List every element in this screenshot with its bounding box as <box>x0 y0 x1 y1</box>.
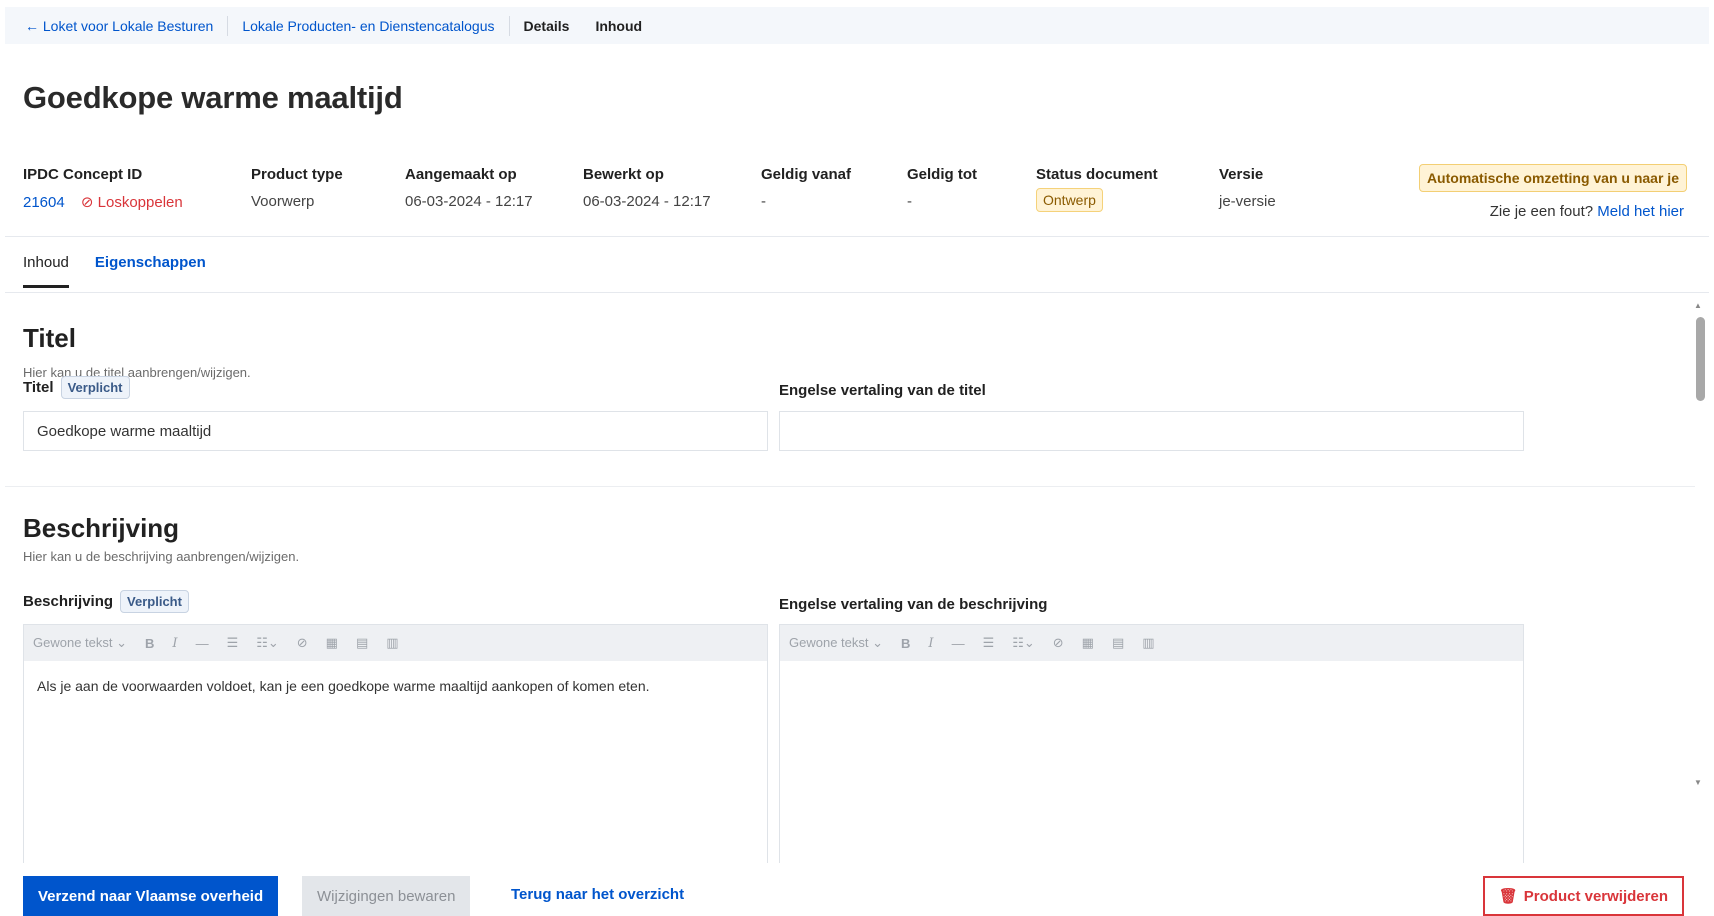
title-field-label: Titel Verplicht <box>23 376 130 399</box>
title-input[interactable]: Goedkope warme maaltijd <box>23 411 768 451</box>
editor-toolbar: Gewone tekst ⌄ B I — ☰ ☷⌄ ⊘ ▦ ▤ ▥ <box>780 625 1523 661</box>
send-to-government-button[interactable]: Verzend naar Vlaamse overheid <box>23 876 279 916</box>
report-error: Zie je een fout? Meld het hier <box>1489 203 1684 220</box>
table-row-icon[interactable]: ▤ <box>1112 635 1124 651</box>
meta-status: Status document Ontwerp <box>1036 166 1158 212</box>
breadcrumb: ← Loket voor Lokale Besturen Lokale Prod… <box>5 7 1709 44</box>
section-description-heading: Beschrijving <box>23 513 180 543</box>
meta-product-type: Product type Voorwerp <box>251 166 343 210</box>
description-field-label: Beschrijving Verplicht <box>23 590 189 613</box>
description-en-editor: Gewone tekst ⌄ B I — ☰ ☷⌄ ⊘ ▦ ▤ ▥ <box>779 624 1524 863</box>
meta-version: Versie je-versie <box>1219 166 1276 210</box>
scrollbar[interactable]: ▲ ▼ <box>1689 293 1709 863</box>
required-badge: Verplicht <box>120 590 189 613</box>
unlink-icon: ⊘ <box>80 194 94 211</box>
required-badge: Verplicht <box>60 376 130 399</box>
breadcrumb-item-loket[interactable]: ← Loket voor Lokale Besturen <box>25 18 213 34</box>
meta-concept-id: IPDC Concept ID 21604 ⊘ Loskoppelen <box>23 166 183 211</box>
title-en-input[interactable] <box>779 411 1524 451</box>
text-style-select[interactable]: Gewone tekst ⌄ <box>789 635 883 651</box>
horizontal-rule-icon[interactable]: — <box>952 636 965 651</box>
bold-icon[interactable]: B <box>901 636 910 651</box>
section-description-subtitle: Hier kan u de beschrijving aanbrengen/wi… <box>23 549 300 564</box>
breadcrumb-item-catalogus[interactable]: Lokale Producten- en Dienstencatalogus <box>242 18 494 34</box>
italic-icon[interactable]: I <box>928 636 933 651</box>
report-error-link[interactable]: Meld het hier <box>1597 203 1684 220</box>
title-en-label: Engelse vertaling van de titel <box>779 382 986 399</box>
description-editor: Gewone tekst ⌄ B I — ☰ ☷⌄ ⊘ ▦ ▤ ▥ Als je… <box>23 624 768 863</box>
page-title: Goedkope warme maaltijd <box>23 80 403 115</box>
scrollbar-thumb[interactable] <box>1696 317 1705 401</box>
breadcrumb-separator <box>508 15 510 36</box>
description-en-editor-body[interactable] <box>780 661 1523 695</box>
bold-icon[interactable]: B <box>145 636 154 651</box>
auto-convert-badge: Automatische omzetting van u naar je <box>1418 164 1687 192</box>
scroll-up-icon[interactable]: ▲ <box>1694 301 1702 310</box>
trash-icon: 🗑 <box>1498 888 1518 905</box>
meta-valid-to: Geldig tot - <box>907 166 977 210</box>
breadcrumb-item-details: Details <box>523 17 570 34</box>
numbered-list-icon[interactable]: ☷⌄ <box>1012 635 1035 651</box>
text-style-select[interactable]: Gewone tekst ⌄ <box>33 635 127 651</box>
delete-product-button[interactable]: 🗑 Product verwijderen <box>1482 876 1684 916</box>
chevron-down-icon: ⌄ <box>872 635 884 650</box>
bullet-list-icon[interactable]: ☰ <box>983 635 995 651</box>
tab-eigenschappen[interactable]: Eigenschappen <box>95 254 206 288</box>
save-changes-button[interactable]: Wijzigingen bewaren <box>302 876 471 916</box>
footer-action-bar: Verzend naar Vlaamse overheid Wijziginge… <box>0 864 1714 916</box>
link-icon[interactable]: ⊘ <box>297 635 308 651</box>
back-to-overview-link[interactable]: Terug naar het overzicht <box>511 886 684 903</box>
description-editor-body[interactable]: Als je aan de voorwaarden voldoet, kan j… <box>24 661 767 711</box>
table-icon[interactable]: ▦ <box>1082 635 1094 651</box>
link-icon[interactable]: ⊘ <box>1053 635 1064 651</box>
table-column-icon[interactable]: ▥ <box>1142 635 1154 651</box>
section-separator <box>5 486 1695 487</box>
meta-created: Aangemaakt op 06-03-2024 - 12:17 <box>405 166 533 210</box>
breadcrumb-separator <box>227 15 229 36</box>
bullet-list-icon[interactable]: ☰ <box>227 635 239 651</box>
meta-edited: Bewerkt op 06-03-2024 - 12:17 <box>583 166 711 210</box>
tab-inhoud[interactable]: Inhoud <box>23 254 69 288</box>
tab-bar: Inhoud Eigenschappen <box>23 254 206 288</box>
horizontal-rule-icon[interactable]: — <box>196 636 209 651</box>
chevron-down-icon: ⌄ <box>116 635 128 650</box>
table-row-icon[interactable]: ▤ <box>356 635 368 651</box>
arrow-left-icon: ← <box>25 17 39 34</box>
editor-toolbar: Gewone tekst ⌄ B I — ☰ ☷⌄ ⊘ ▦ ▤ ▥ <box>24 625 767 661</box>
numbered-list-icon[interactable]: ☷⌄ <box>256 635 279 651</box>
divider <box>5 236 1709 237</box>
meta-valid-from: Geldig vanaf - <box>761 166 852 210</box>
italic-icon[interactable]: I <box>172 636 177 651</box>
content-scroll-area: Titel Hier kan u de titel aanbrengen/wij… <box>5 293 1695 863</box>
table-icon[interactable]: ▦ <box>326 635 338 651</box>
status-badge: Ontwerp <box>1036 188 1103 212</box>
unlink-button[interactable]: ⊘ Loskoppelen <box>81 194 183 211</box>
concept-id-link[interactable]: 21604 <box>23 194 65 211</box>
breadcrumb-item-inhoud: Inhoud <box>595 17 643 34</box>
table-column-icon[interactable]: ▥ <box>386 635 398 651</box>
description-en-label: Engelse vertaling van de beschrijving <box>779 596 1048 613</box>
section-title-heading: Titel <box>23 323 76 353</box>
scroll-down-icon[interactable]: ▼ <box>1694 778 1702 787</box>
